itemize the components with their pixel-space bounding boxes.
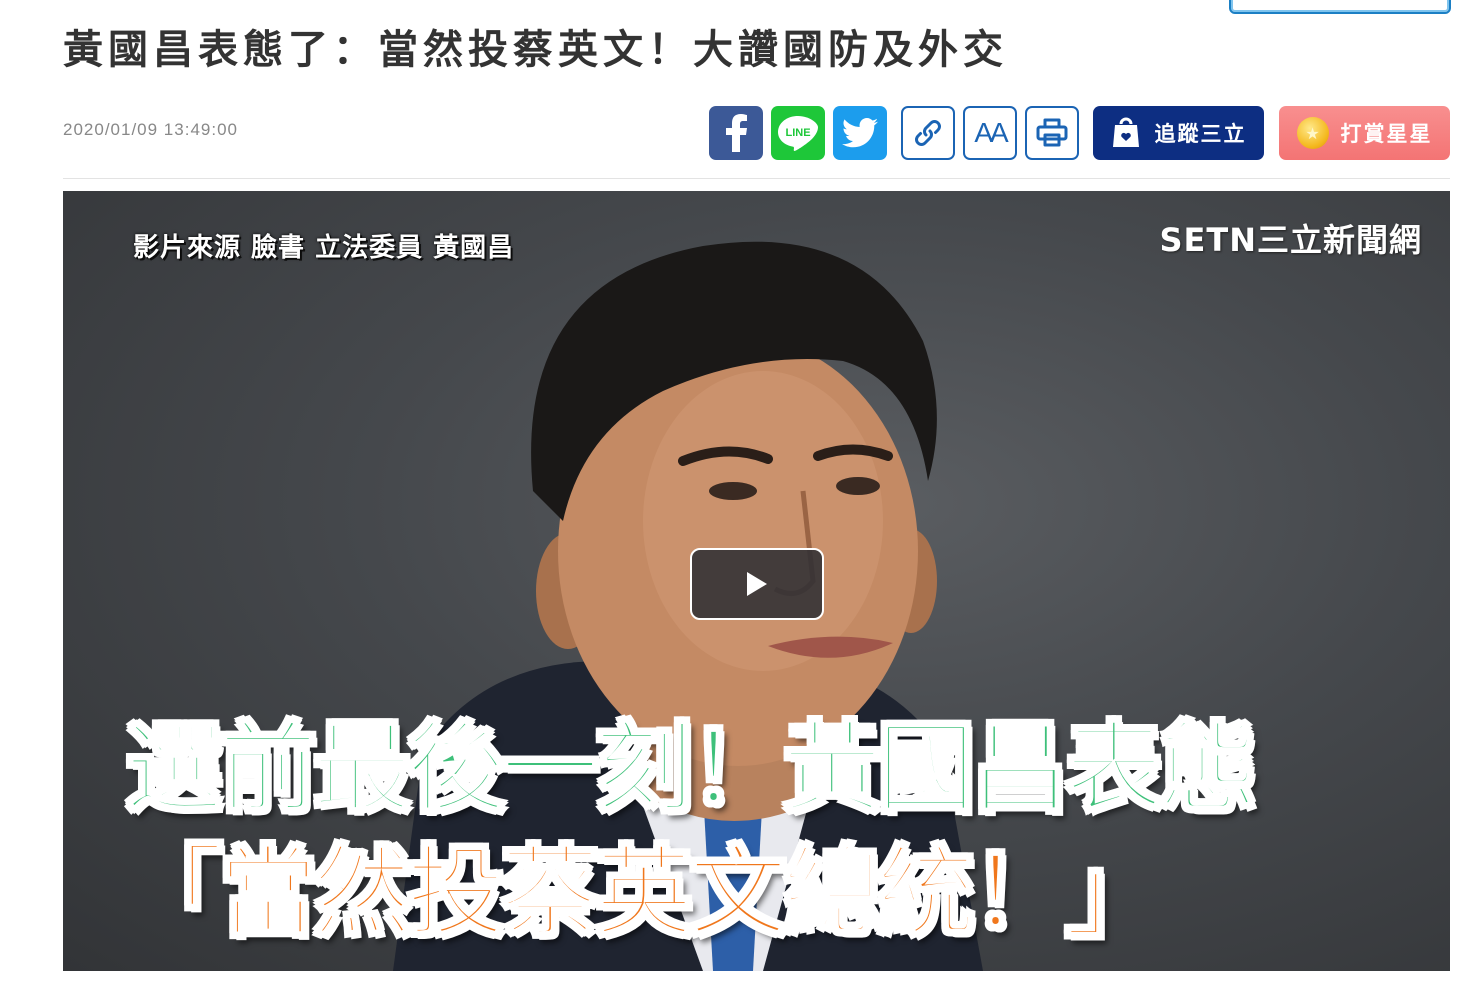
reward-stars-button[interactable]: ★ 打賞星星 [1279,106,1450,160]
setn-logo: SETN三立新聞網 [1159,221,1422,259]
play-button[interactable] [690,548,824,620]
video-player[interactable]: 影片來源 臉書 立法委員 黃國昌 SETN三立新聞網 選前最後一刻！黃國昌表態 … [63,191,1450,971]
print-button[interactable] [1025,106,1079,160]
video-source-overlay: 影片來源 臉書 立法委員 黃國昌 [133,233,515,263]
link-icon [915,120,941,146]
facebook-icon [726,114,747,152]
line-label: LINE [785,127,810,139]
bag-heart-icon [1112,117,1139,147]
article-datetime: 2020/01/09 13:49:00 [63,120,238,139]
play-icon [747,572,767,596]
follow-setn-button[interactable]: 追蹤三立 [1093,106,1264,160]
star-coin-icon: ★ [1296,117,1329,149]
facebook-share-button[interactable] [709,106,763,160]
printer-icon [1036,118,1068,147]
font-size-button[interactable]: AA [963,106,1017,160]
reward-label: 打賞星星 [1340,122,1433,146]
top-partial-button[interactable] [1229,0,1451,14]
line-icon: LINE [778,116,818,151]
article-title: 黃國昌表態了：當然投蔡英文！大讚國防及外交 [63,27,1008,73]
twitter-share-button[interactable] [833,106,887,160]
follow-label: 追蹤三立 [1154,122,1247,146]
video-caption-line2: 「當然投蔡英文總統！」 [123,835,1164,952]
copy-link-button[interactable] [901,106,955,160]
line-share-button[interactable]: LINE [771,106,825,160]
font-size-label: AA [974,117,1008,148]
video-caption-line1: 選前最後一刻！黃國昌表態 [123,711,1258,828]
twitter-icon [842,118,878,148]
divider [63,178,1450,179]
